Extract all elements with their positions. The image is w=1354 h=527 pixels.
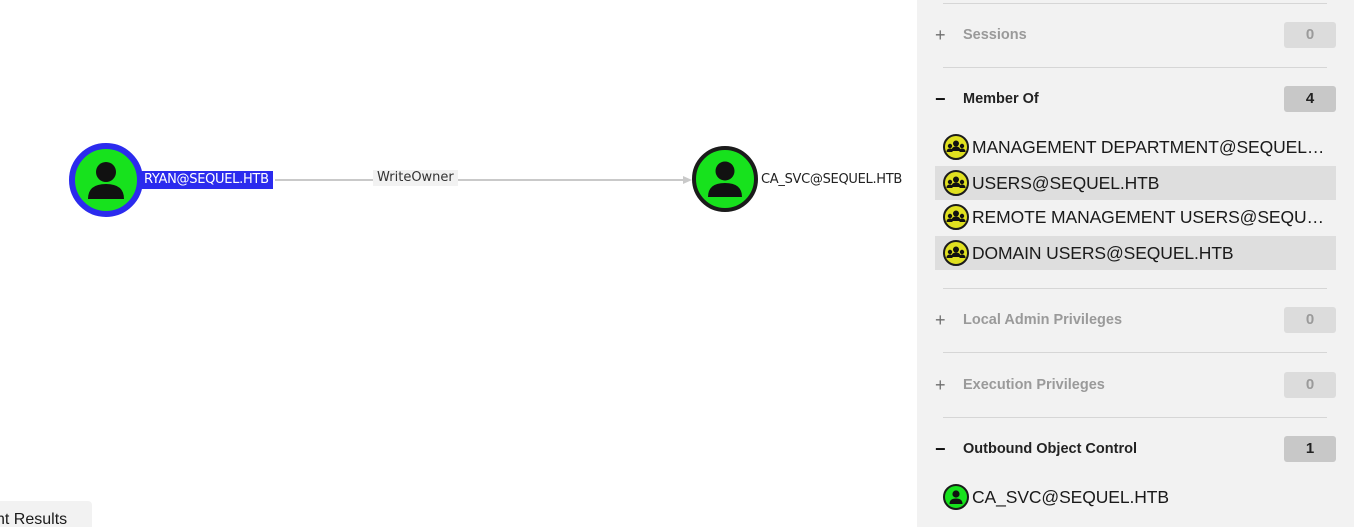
graph-node-ca-svc[interactable] bbox=[692, 146, 758, 212]
graph-node-label-ca-svc[interactable]: CA_SVC@SEQUEL.HTB bbox=[761, 171, 902, 189]
graph-node-ryan[interactable] bbox=[69, 143, 143, 217]
section-title: Execution Privileges bbox=[963, 377, 1105, 393]
divider bbox=[943, 417, 1327, 418]
node-info-panel: + Sessions 0 − Member Of 4 MANAGEMENT DE… bbox=[917, 0, 1354, 527]
count-badge: 0 bbox=[1284, 307, 1336, 333]
collapse-icon[interactable]: − bbox=[935, 89, 963, 110]
count-badge: 1 bbox=[1284, 436, 1336, 462]
graph-node-label-ryan[interactable]: RYAN@SEQUEL.HTB bbox=[142, 171, 273, 189]
list-item-label: DOMAIN USERS@SEQUEL.HTB bbox=[972, 242, 1234, 263]
graph-edges bbox=[275, 176, 692, 184]
section-title: Sessions bbox=[963, 27, 1027, 43]
group-icon bbox=[943, 204, 969, 230]
collapse-icon[interactable]: − bbox=[935, 439, 963, 460]
list-item-label: USERS@SEQUEL.HTB bbox=[972, 172, 1160, 193]
list-item[interactable]: REMOTE MANAGEMENT USERS@SEQUEL.HTB bbox=[935, 200, 1336, 234]
section-member-of[interactable]: − Member Of 4 bbox=[935, 86, 1336, 112]
group-icon bbox=[943, 134, 969, 160]
user-icon bbox=[88, 162, 124, 199]
divider bbox=[943, 352, 1327, 353]
list-item-label: CA_SVC@SEQUEL.HTB bbox=[972, 486, 1169, 507]
expand-icon[interactable]: + bbox=[935, 25, 963, 46]
divider bbox=[943, 288, 1327, 289]
list-item[interactable]: USERS@SEQUEL.HTB bbox=[935, 166, 1336, 200]
list-item[interactable]: CA_SVC@SEQUEL.HTB bbox=[935, 480, 1336, 514]
count-badge: 0 bbox=[1284, 372, 1336, 398]
graph-canvas[interactable]: RYAN@SEQUEL.HTB WriteOwner CA_SVC@SEQUEL… bbox=[0, 0, 917, 527]
count-badge: 4 bbox=[1284, 86, 1336, 112]
list-item[interactable]: MANAGEMENT DEPARTMENT@SEQUEL.HTB bbox=[935, 130, 1336, 164]
section-local-admin-privileges[interactable]: + Local Admin Privileges 0 bbox=[935, 307, 1336, 333]
list-item[interactable]: DOMAIN USERS@SEQUEL.HTB bbox=[935, 236, 1336, 270]
expand-icon[interactable]: + bbox=[935, 375, 963, 396]
section-title: Member Of bbox=[963, 91, 1039, 107]
section-sessions[interactable]: + Sessions 0 bbox=[935, 22, 1336, 48]
user-icon bbox=[943, 484, 969, 510]
group-icon bbox=[943, 170, 969, 196]
divider bbox=[943, 3, 1327, 4]
group-icon bbox=[943, 240, 969, 266]
results-tab-label: nt Results bbox=[0, 511, 68, 527]
expand-icon[interactable]: + bbox=[935, 310, 963, 331]
section-execution-privileges[interactable]: + Execution Privileges 0 bbox=[935, 372, 1336, 398]
section-title: Outbound Object Control bbox=[963, 441, 1137, 457]
list-item-label: MANAGEMENT DEPARTMENT@SEQUEL.HTB bbox=[972, 136, 1327, 157]
results-tab[interactable]: nt Results bbox=[0, 501, 92, 527]
list-item-label: REMOTE MANAGEMENT USERS@SEQUEL.HTB bbox=[972, 206, 1327, 227]
edge-arrowhead bbox=[683, 176, 692, 184]
section-title: Local Admin Privileges bbox=[963, 312, 1123, 328]
section-outbound-object-control[interactable]: − Outbound Object Control 1 bbox=[935, 436, 1336, 462]
divider bbox=[943, 67, 1327, 68]
count-badge: 0 bbox=[1284, 22, 1336, 48]
edge-label-writeowner[interactable]: WriteOwner bbox=[373, 170, 458, 186]
user-icon bbox=[708, 161, 742, 197]
